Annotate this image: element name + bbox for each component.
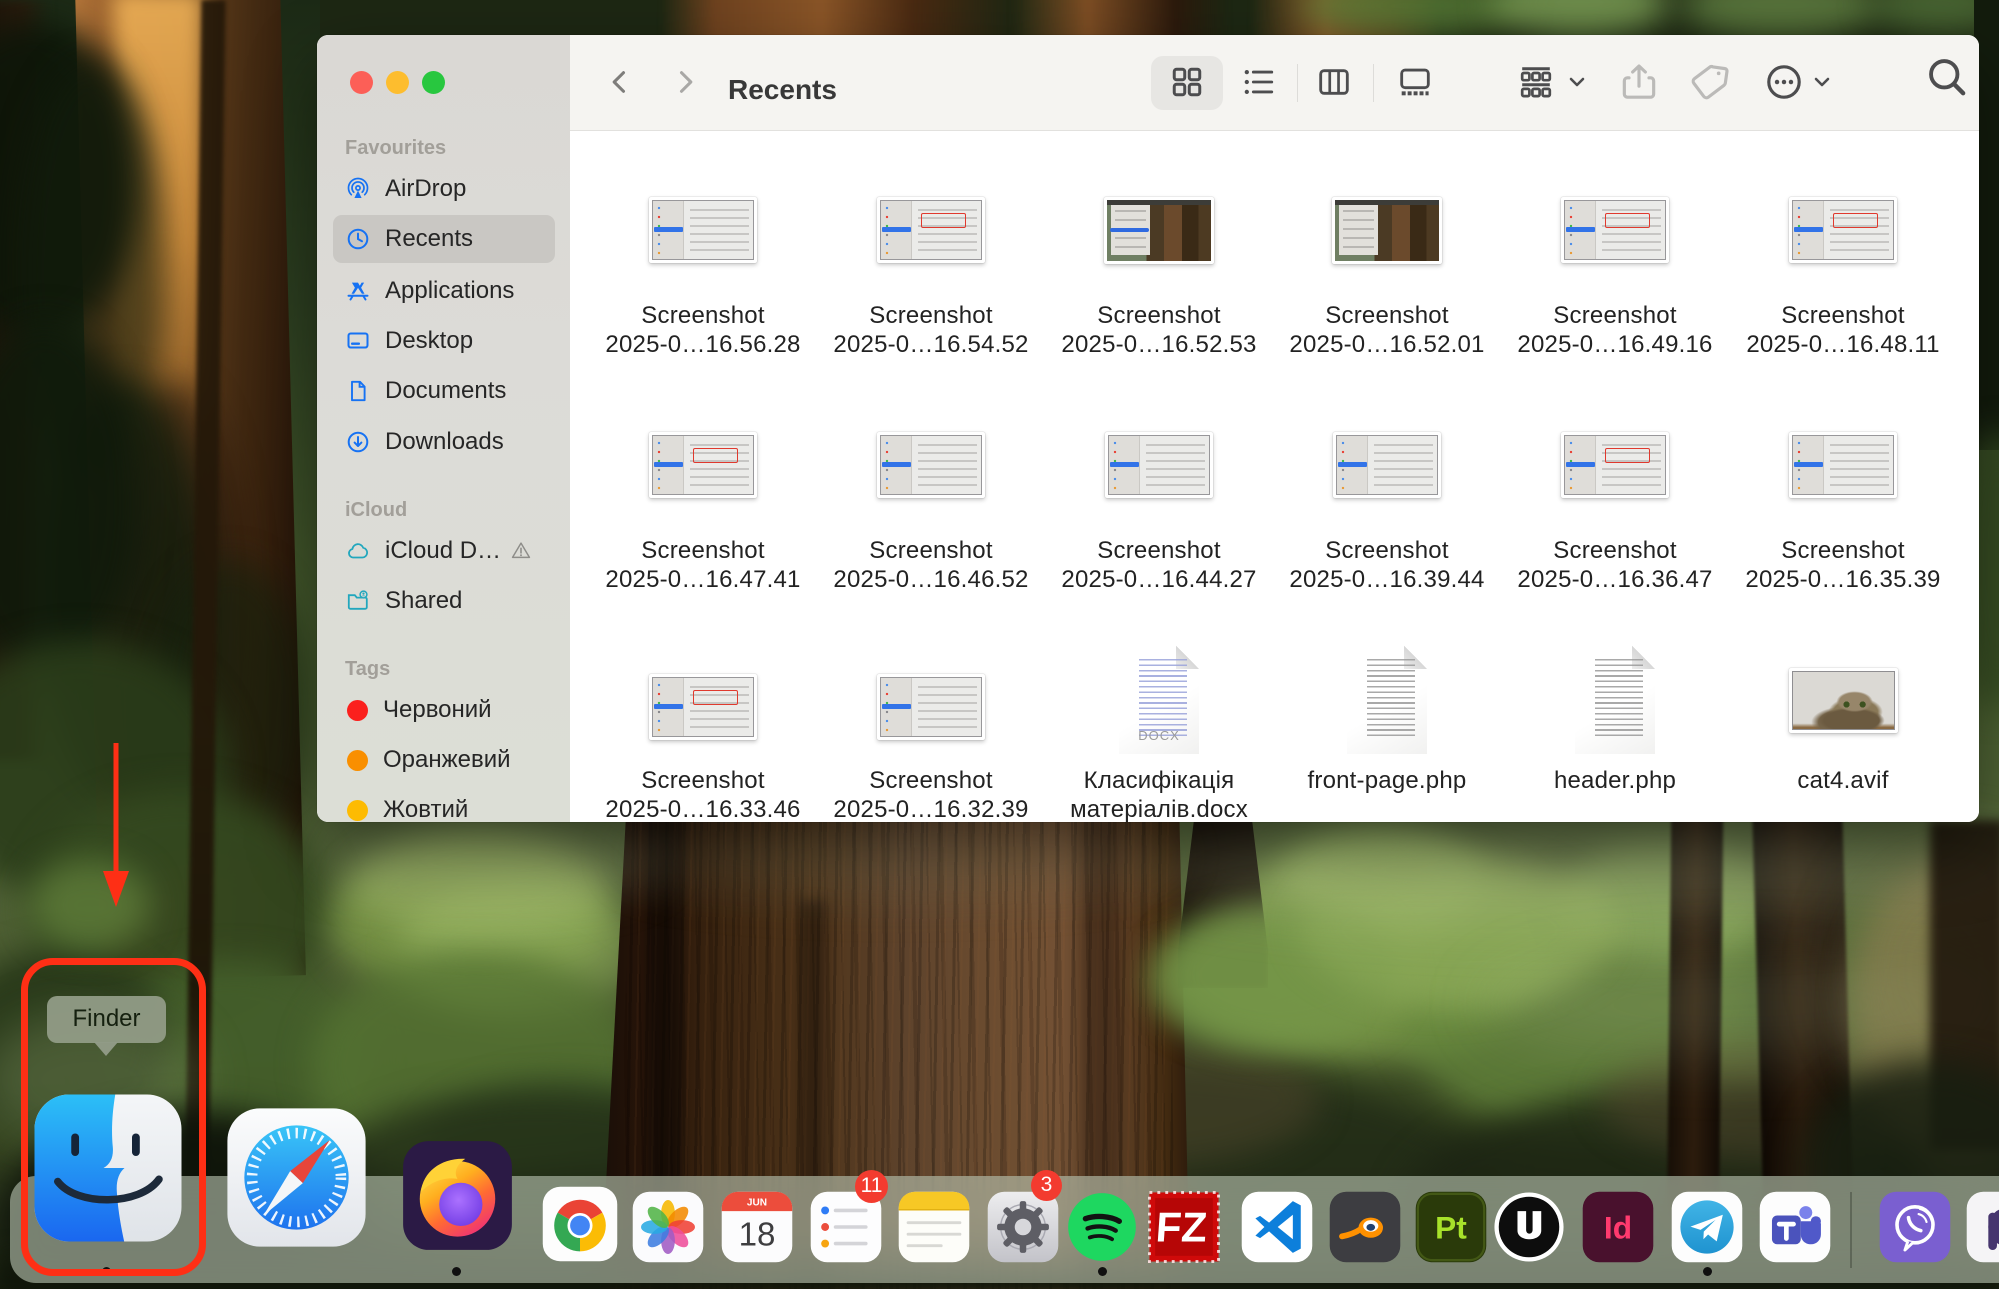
svg-text:JUN: JUN — [747, 1197, 767, 1208]
svg-text:FZ: FZ — [1154, 1203, 1208, 1250]
svg-text:Pt: Pt — [1435, 1210, 1467, 1246]
svg-text:18: 18 — [739, 1217, 776, 1254]
svg-text:Id: Id — [1604, 1210, 1632, 1246]
